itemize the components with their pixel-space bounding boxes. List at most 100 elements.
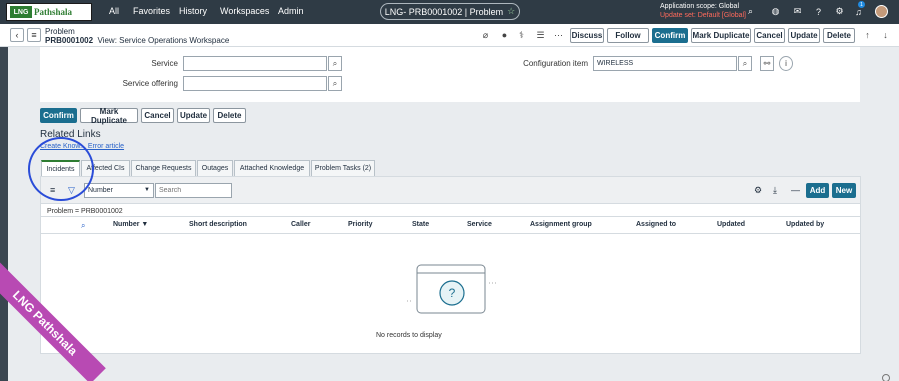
nav-all[interactable]: All [109, 6, 119, 16]
mark-duplicate-button[interactable]: Mark Duplicate [691, 28, 751, 43]
confirm-button[interactable]: Confirm [652, 28, 688, 43]
record-title-pill[interactable]: LNG- PRB0001002 | Problem ☆ [380, 3, 520, 20]
hamburger-menu-icon[interactable]: ≡ [27, 28, 41, 42]
column-number-label: Number [113, 221, 140, 228]
column-assignment-group[interactable]: Assignment group [530, 221, 592, 228]
tab-change-requests[interactable]: Change Requests [131, 160, 196, 176]
tab-problem-tasks[interactable]: Problem Tasks (2) [311, 160, 375, 176]
column-assigned-to[interactable]: Assigned to [636, 221, 676, 228]
table-name: Problem [45, 27, 75, 36]
tab-outages[interactable]: Outages [197, 160, 233, 176]
service-offering-field[interactable] [183, 76, 327, 91]
empty-message: No records to display [376, 332, 442, 339]
ci-info-icon[interactable]: i [779, 56, 793, 71]
brand-logo[interactable]: LNG Pathshala [6, 3, 92, 21]
related-links[interactable]: Create Know... Error article [40, 143, 124, 150]
bottom-mark-duplicate-button[interactable]: Mark Duplicate [80, 107, 138, 125]
sort-desc-icon: ▼ [141, 221, 149, 228]
tab-attached-knowledge[interactable]: Attached Knowledge [234, 160, 310, 176]
bottom-cancel-button[interactable]: Cancel [141, 108, 174, 123]
corner-indicator-icon [882, 374, 890, 381]
service-lookup-search-icon[interactable]: ⌕ [328, 56, 342, 71]
update-set: Update set: Default [Global] [660, 12, 746, 19]
delete-button[interactable]: Delete [823, 28, 855, 43]
nav-workspaces[interactable]: Workspaces [220, 6, 269, 16]
nav-favorites[interactable]: Favorites [133, 6, 170, 16]
incidents-related-list: ≡ ▽ Number ▼ ⚙ ⤓ — Add New Problem = PRB… [40, 176, 861, 354]
search-field-select[interactable]: Number ▼ [84, 183, 154, 198]
more-options-icon[interactable]: ⋯ [553, 30, 564, 41]
empty-state-illustration: ? [407, 264, 497, 314]
list-toolbar: ≡ ▽ Number ▼ ⚙ ⤓ — Add New [41, 177, 860, 204]
column-updated[interactable]: Updated [717, 221, 745, 228]
search-icon[interactable]: ⌕ [745, 6, 756, 17]
cancel-button[interactable]: Cancel [754, 28, 785, 43]
configuration-item-lookup-search-icon[interactable]: ⌕ [738, 56, 752, 71]
service-offering-label: Service offering [122, 79, 178, 88]
activity-icon[interactable]: ⚕ [516, 30, 527, 41]
tab-incidents[interactable]: Incidents [41, 160, 80, 176]
download-icon[interactable]: ⤓ [773, 185, 777, 196]
new-button[interactable]: New [832, 183, 856, 198]
top-navigation-bar: LNG Pathshala All Favorites History Work… [0, 0, 899, 24]
list-menu-icon[interactable]: ≡ [50, 185, 55, 195]
column-search-icon[interactable]: ⌕ [81, 221, 85, 231]
update-button[interactable]: Update [788, 28, 820, 43]
next-record-arrow-icon[interactable]: ↓ [880, 30, 891, 40]
application-scope: Application scope: Global [660, 3, 739, 10]
logo-badge: LNG [10, 6, 32, 18]
column-state[interactable]: State [412, 221, 429, 228]
record-number: PRB0001002 [45, 36, 94, 45]
scope-info[interactable]: Application scope: Global Update set: De… [660, 2, 746, 20]
column-priority[interactable]: Priority [348, 221, 373, 228]
form-title: Problem PRB0001002 View: Service Operati… [45, 27, 229, 45]
discuss-button[interactable]: Discuss [570, 28, 604, 43]
list-search-input[interactable] [155, 183, 232, 198]
bottom-delete-button[interactable]: Delete [213, 108, 246, 123]
service-field[interactable] [183, 56, 327, 71]
column-short-description[interactable]: Short description [189, 221, 247, 228]
dependency-map-icon[interactable]: ⚯ [760, 56, 774, 71]
configuration-item-field[interactable]: WIRELESS [593, 56, 737, 71]
help-icon[interactable]: ? [813, 6, 824, 17]
chat-icon[interactable]: ✉ [792, 6, 803, 17]
column-caller[interactable]: Caller [291, 221, 310, 228]
bottom-update-button[interactable]: Update [177, 108, 210, 123]
bottom-confirm-button[interactable]: Confirm [40, 108, 77, 123]
info-icon[interactable]: ● [499, 30, 510, 40]
user-avatar[interactable] [875, 5, 888, 18]
settings-gear-icon[interactable]: ⚙ [834, 6, 845, 17]
collapse-icon[interactable]: — [791, 185, 800, 195]
column-number[interactable]: Number ▼ [113, 221, 148, 228]
list-settings-gear-icon[interactable]: ⚙ [754, 185, 762, 196]
form-fields-card: Service ⌕ Service offering ⌕ Configurati… [40, 47, 860, 102]
related-links-title: Related Links [40, 129, 101, 140]
follow-button[interactable]: Follow [607, 28, 649, 43]
column-updated-by[interactable]: Updated by [786, 221, 824, 228]
service-offering-lookup-search-icon[interactable]: ⌕ [328, 76, 342, 91]
divider [41, 216, 860, 217]
attachment-icon[interactable]: ⌀ [480, 30, 491, 41]
nav-history[interactable]: History [179, 6, 207, 16]
configuration-item-label: Configuration item [523, 59, 588, 68]
filter-breadcrumb[interactable]: Problem = PRB0001002 [47, 208, 123, 215]
view-label: View: Service Operations Workspace [97, 36, 230, 45]
globe-icon[interactable]: ◍ [770, 6, 781, 17]
form-header: ‹ ≡ Problem PRB0001002 View: Service Ope… [0, 24, 899, 47]
column-service[interactable]: Service [467, 221, 492, 228]
filter-icon[interactable]: ▽ [68, 185, 75, 196]
tab-affected-cis[interactable]: Affected CIs [81, 160, 130, 176]
previous-record-arrow-icon[interactable]: ↑ [862, 30, 873, 40]
divider [41, 233, 860, 234]
back-arrow-icon[interactable]: ‹ [10, 28, 24, 42]
logo-text: Pathshala [34, 7, 73, 17]
dropdown-caret-icon: ▼ [144, 187, 150, 193]
personalize-icon[interactable]: ☰ [535, 30, 546, 41]
notification-count: 1 [858, 1, 865, 8]
nav-admin[interactable]: Admin [278, 6, 304, 16]
record-title-text: LNG- PRB0001002 | Problem [384, 6, 504, 17]
add-button[interactable]: Add [806, 183, 829, 198]
left-edge-strip [0, 47, 8, 381]
favorite-star-icon[interactable]: ☆ [507, 6, 515, 17]
search-field-value: Number [88, 187, 113, 194]
